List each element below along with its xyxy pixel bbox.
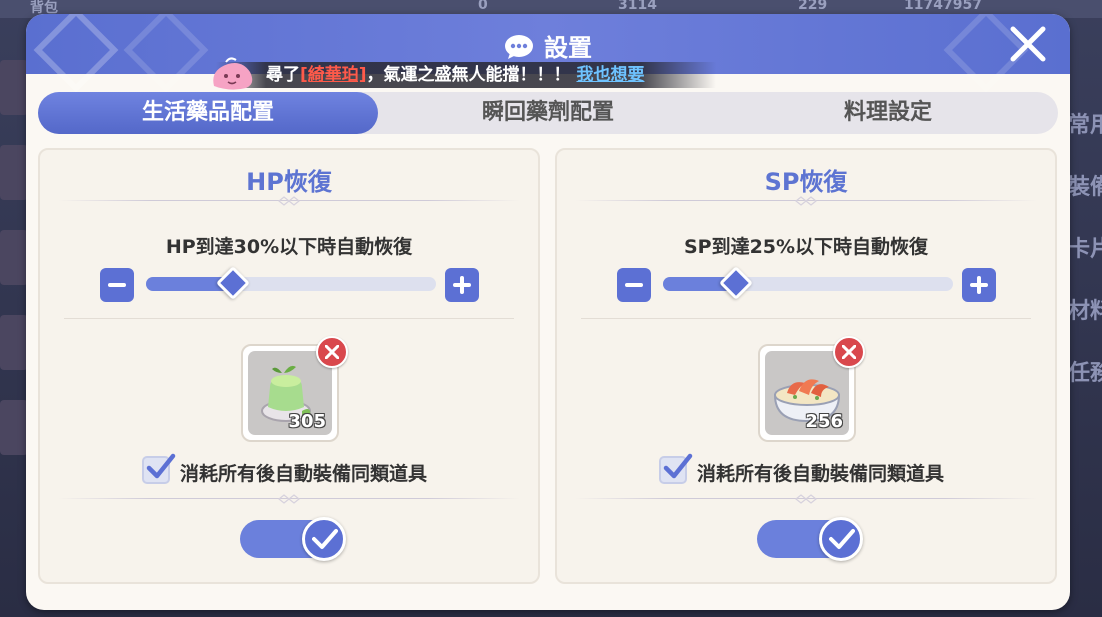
remove-item-button[interactable] bbox=[833, 336, 865, 368]
ornament-divider bbox=[58, 494, 520, 504]
diamond-ornament-icon bbox=[278, 196, 300, 206]
side-tab: 任務 bbox=[1068, 361, 1102, 386]
threshold-slider[interactable] bbox=[146, 266, 436, 300]
side-slot bbox=[0, 400, 28, 455]
threshold-label: HP到達30%以下時自動恢復 bbox=[165, 236, 413, 258]
minus-icon bbox=[625, 283, 643, 287]
broadcast-message: ，氣運之盛無人能擋！！！ bbox=[366, 65, 571, 85]
remove-x-icon bbox=[842, 345, 856, 359]
decrease-button[interactable] bbox=[617, 268, 651, 302]
increase-button[interactable] bbox=[962, 268, 996, 302]
side-tab: 卡片 bbox=[1068, 237, 1102, 262]
poring-avatar-icon bbox=[213, 57, 253, 90]
item-background: 305 bbox=[248, 351, 332, 435]
item-background: 256 bbox=[765, 351, 849, 435]
panel-title: HP恢復 bbox=[246, 168, 332, 196]
stat-gems: 229 bbox=[798, 0, 828, 13]
auto-equip-checkbox[interactable] bbox=[142, 453, 176, 484]
tab-instant-potions[interactable]: 瞬回藥劑配置 bbox=[388, 92, 708, 134]
broadcast-prefix: 尋了 bbox=[266, 65, 300, 85]
auto-equip-label: 消耗所有後自動裝備同類道具 bbox=[697, 463, 945, 485]
side-slot bbox=[0, 60, 28, 115]
plus-icon-vertical bbox=[977, 276, 981, 294]
side-slot bbox=[0, 230, 28, 285]
right-tab-column: 常用 裝備 卡片 材料 任務 bbox=[1068, 95, 1102, 405]
remove-item-button[interactable] bbox=[316, 336, 348, 368]
side-tab: 材料 bbox=[1068, 299, 1102, 324]
diamond-ornament-icon bbox=[795, 494, 817, 504]
stat-zero: 0 bbox=[478, 0, 488, 13]
tab-life-potions[interactable]: 生活藥品配置 bbox=[38, 92, 378, 134]
minus-icon bbox=[108, 283, 126, 287]
hp-auto-recovery-toggle[interactable] bbox=[240, 517, 346, 561]
close-icon bbox=[1010, 26, 1046, 62]
diamond-ornament-icon bbox=[278, 494, 300, 504]
side-tab: 常用 bbox=[1068, 113, 1102, 138]
broadcast-item-link[interactable]: [綺華珀] bbox=[300, 65, 367, 85]
checkmark-icon bbox=[663, 453, 693, 479]
ornament-divider bbox=[575, 196, 1037, 206]
check-icon bbox=[829, 529, 855, 549]
check-icon bbox=[312, 529, 338, 549]
auto-equip-label: 消耗所有後自動裝備同類道具 bbox=[180, 463, 428, 485]
checkmark-icon bbox=[146, 453, 176, 479]
close-button[interactable] bbox=[1008, 24, 1048, 64]
auto-equip-checkbox[interactable] bbox=[659, 453, 693, 484]
panel-title: SP恢復 bbox=[764, 168, 848, 196]
stat-zeny: 11747957 bbox=[904, 0, 982, 13]
left-item-column bbox=[0, 60, 28, 560]
section-separator bbox=[581, 318, 1031, 319]
sp-recovery-panel: SP恢復 SP到達25%以下時自動恢復 256 消耗所有後自動裝備同類道具 bbox=[555, 148, 1057, 584]
item-count: 305 bbox=[288, 411, 326, 432]
auto-equip-checkbox-row[interactable]: 消耗所有後自動裝備同類道具 bbox=[142, 453, 462, 488]
stat-gold: 3114 bbox=[618, 0, 657, 13]
broadcast-want-link[interactable]: 我也想要 bbox=[576, 65, 644, 85]
broadcast-ticker: 尋了[綺華珀]，氣運之盛無人能擋！！！ 我也想要 bbox=[216, 62, 716, 88]
threshold-label: SP到達25%以下時自動恢復 bbox=[683, 236, 929, 258]
side-tab: 裝備 bbox=[1068, 175, 1102, 200]
plus-icon-vertical bbox=[460, 276, 464, 294]
item-count: 256 bbox=[805, 411, 843, 432]
slider-handle[interactable] bbox=[718, 266, 753, 300]
dialog-title: 設置 bbox=[26, 28, 1070, 63]
toggle-knob bbox=[819, 517, 863, 561]
auto-equip-checkbox-row[interactable]: 消耗所有後自動裝備同類道具 bbox=[659, 453, 979, 488]
section-separator bbox=[64, 318, 514, 319]
increase-button[interactable] bbox=[445, 268, 479, 302]
decrease-button[interactable] bbox=[100, 268, 134, 302]
side-slot bbox=[0, 145, 28, 200]
toggle-knob bbox=[302, 517, 346, 561]
chat-bubble-icon bbox=[505, 35, 533, 59]
config-tabs: 生活藥品配置 瞬回藥劑配置 料理設定 bbox=[38, 92, 1058, 134]
side-slot bbox=[0, 315, 28, 370]
sp-auto-recovery-toggle[interactable] bbox=[757, 517, 863, 561]
diamond-ornament-icon bbox=[795, 196, 817, 206]
dialog-title-text: 設置 bbox=[544, 34, 592, 62]
settings-dialog: 設置 生活藥品配置 瞬回藥劑配置 料理設定 HP恢復 HP到達30%以下時自動恢… bbox=[26, 14, 1070, 610]
hp-recovery-panel: HP恢復 HP到達30%以下時自動恢復 305 消耗所有後自動裝備同類道具 bbox=[38, 148, 540, 584]
slider-handle[interactable] bbox=[216, 266, 250, 300]
remove-x-icon bbox=[325, 345, 339, 359]
ornament-divider bbox=[575, 494, 1037, 504]
tab-cooking-settings[interactable]: 料理設定 bbox=[718, 92, 1058, 134]
ornament-divider bbox=[58, 196, 520, 206]
threshold-slider[interactable] bbox=[663, 266, 953, 300]
